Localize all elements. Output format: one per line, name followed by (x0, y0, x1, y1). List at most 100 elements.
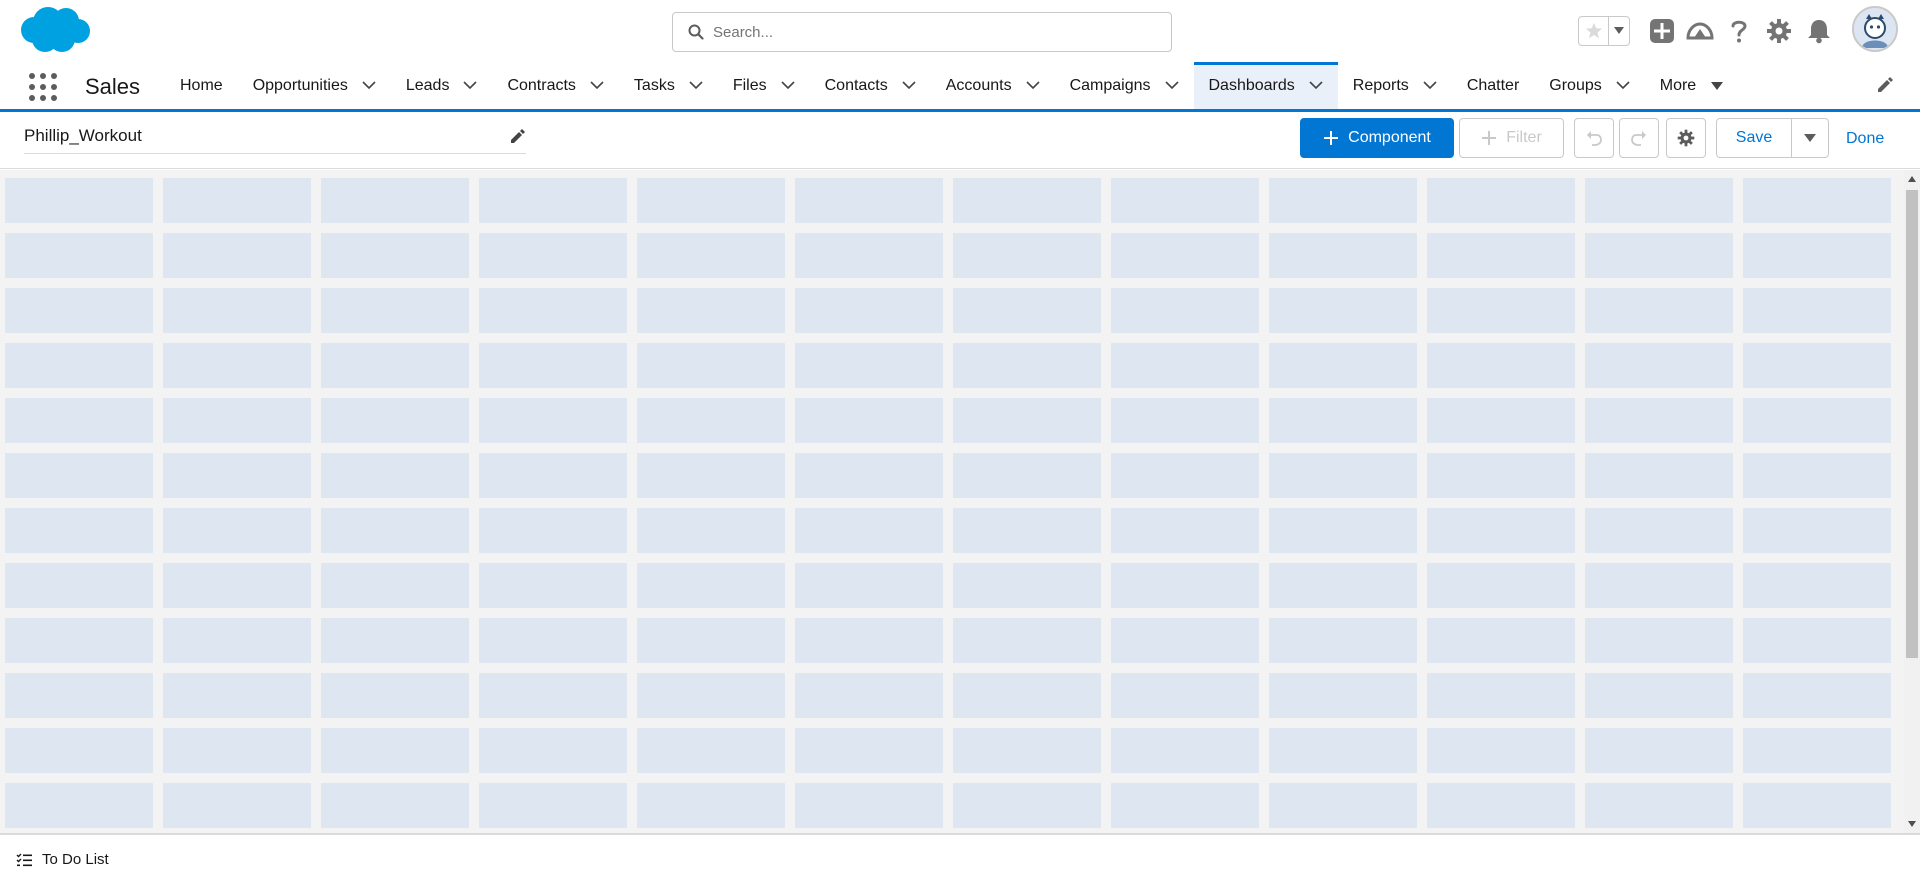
nav-item-dashboards[interactable]: Dashboards (1193, 62, 1339, 109)
grid-cell (1743, 398, 1891, 443)
chevron-down-icon[interactable] (1309, 81, 1323, 90)
chevron-down-icon[interactable] (590, 81, 604, 90)
star-icon[interactable] (1579, 17, 1609, 45)
nav-item-accounts[interactable]: Accounts (931, 62, 1055, 109)
grid-cell (637, 728, 785, 773)
help-icon[interactable] (1724, 16, 1754, 46)
grid-cell (1111, 453, 1259, 498)
nav-item-label: Groups (1549, 76, 1602, 94)
save-options-dropdown-button[interactable] (1791, 118, 1829, 158)
nav-item-chatter[interactable]: Chatter (1452, 62, 1534, 109)
add-component-button[interactable]: Component (1300, 118, 1454, 158)
nav-item-groups[interactable]: Groups (1534, 62, 1644, 109)
grid-cell (321, 673, 469, 718)
nav-item-home[interactable]: Home (165, 62, 238, 109)
dashboard-canvas[interactable] (0, 170, 1904, 833)
todo-list-label: To Do List (42, 851, 109, 868)
setup-gear-icon[interactable] (1764, 16, 1794, 46)
chevron-down-icon[interactable] (1025, 81, 1040, 90)
grid-cell (637, 453, 785, 498)
redo-button[interactable] (1619, 118, 1659, 158)
nav-item-contacts[interactable]: Contacts (810, 62, 931, 109)
grid-cell (1427, 343, 1575, 388)
app-nav-bar: Sales Home Opportunities Leads Contracts… (0, 62, 1920, 112)
nav-item-opportunities[interactable]: Opportunities (238, 62, 391, 109)
nav-item-files[interactable]: Files (718, 62, 810, 109)
grid-cell (163, 728, 311, 773)
grid-cell (1269, 453, 1417, 498)
scroll-down-arrow-icon[interactable] (1908, 821, 1916, 827)
grid-cell (795, 343, 943, 388)
global-header: Search... (0, 0, 1920, 62)
nav-items: Home Opportunities Leads Contracts Tasks… (165, 62, 1739, 109)
grid-cell (321, 508, 469, 553)
salesforce-logo[interactable] (18, 6, 92, 56)
grid-cell (1743, 673, 1891, 718)
grid-cell (1269, 288, 1417, 333)
chevron-down-icon[interactable] (362, 81, 376, 90)
nav-item-tasks[interactable]: Tasks (619, 62, 718, 109)
grid-cell (479, 398, 627, 443)
global-search-input[interactable]: Search... (672, 12, 1172, 52)
nav-item-label: More (1659, 76, 1697, 94)
chevron-down-icon[interactable] (781, 81, 795, 90)
grid-cell (479, 233, 627, 278)
grid-cell (5, 453, 153, 498)
favorites-dropdown-icon[interactable] (1609, 17, 1629, 45)
grid-cell (1743, 343, 1891, 388)
grid-cell (163, 563, 311, 608)
save-button[interactable]: Save (1716, 118, 1792, 158)
filter-button-label: Filter (1506, 129, 1542, 146)
app-launcher-icon[interactable] (28, 72, 58, 102)
grid-cell (953, 288, 1101, 333)
grid-cell (479, 453, 627, 498)
grid-cell (1269, 728, 1417, 773)
grid-cell (479, 673, 627, 718)
scrollbar-thumb[interactable] (1906, 190, 1918, 658)
edit-nav-pencil-icon[interactable] (1876, 76, 1894, 99)
notifications-bell-icon[interactable] (1804, 16, 1834, 46)
nav-item-campaigns[interactable]: Campaigns (1055, 62, 1194, 109)
grid-cell (1111, 783, 1259, 828)
nav-item-label: Accounts (945, 76, 1012, 94)
nav-item-leads[interactable]: Leads (391, 62, 493, 109)
nav-item-reports[interactable]: Reports (1338, 62, 1452, 109)
todo-list-utility-item[interactable]: To Do List (16, 851, 109, 868)
grid-cell (1427, 618, 1575, 663)
grid-cell (637, 233, 785, 278)
grid-cell (1427, 178, 1575, 223)
grid-cell (1111, 673, 1259, 718)
grid-cell (479, 563, 627, 608)
canvas-scrollbar[interactable] (1904, 170, 1920, 833)
chevron-down-icon[interactable] (689, 81, 703, 90)
save-button-label: Save (1735, 129, 1773, 146)
nav-item-label: Chatter (1466, 76, 1520, 94)
undo-button[interactable] (1574, 118, 1614, 158)
grid-cell (953, 398, 1101, 443)
grid-cell (637, 673, 785, 718)
done-button[interactable]: Done (1846, 130, 1884, 148)
grid-cell (1427, 673, 1575, 718)
grid-cell (1585, 453, 1733, 498)
add-filter-button[interactable]: Filter (1459, 118, 1564, 158)
dashboard-title-field[interactable]: Phillip_Workout (24, 126, 526, 154)
nav-item-more[interactable]: More (1645, 62, 1739, 109)
grid-cell (1585, 233, 1733, 278)
grid-cell (637, 783, 785, 828)
edit-title-pencil-icon[interactable] (510, 128, 526, 149)
dashboard-properties-button[interactable] (1666, 118, 1706, 158)
chevron-down-icon[interactable] (463, 81, 478, 90)
grid-cell (5, 233, 153, 278)
grid-cell (795, 178, 943, 223)
trailhead-icon[interactable] (1685, 16, 1715, 46)
nav-item-contracts[interactable]: Contracts (492, 62, 618, 109)
chevron-down-icon[interactable] (902, 81, 916, 90)
global-create-icon[interactable] (1647, 16, 1677, 46)
chevron-down-icon[interactable] (1164, 81, 1179, 90)
plus-icon (1482, 131, 1497, 145)
scroll-up-arrow-icon[interactable] (1908, 176, 1916, 182)
user-avatar[interactable] (1852, 6, 1898, 52)
chevron-down-icon[interactable] (1423, 81, 1437, 90)
chevron-down-icon[interactable] (1616, 81, 1630, 90)
grid-cell (637, 508, 785, 553)
